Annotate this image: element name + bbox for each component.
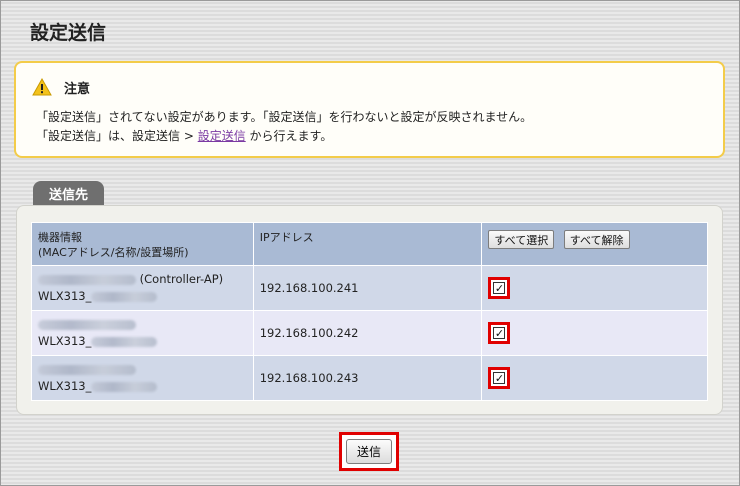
notice-hint: 「設定送信」は、設定送信 > 設定送信 から行えます。 bbox=[36, 127, 332, 144]
notice-message: 「設定送信」されてない設定があります。「設定送信」を行わないと設定が反映されませ… bbox=[36, 110, 533, 124]
redacted-serial bbox=[91, 381, 158, 392]
device-info-header-line2: (MACアドレス/名称/設置場所) bbox=[38, 246, 189, 259]
destination-table: 機器情報 (MACアドレス/名称/設置場所) IPアドレス すべて選択 すべて解… bbox=[31, 222, 708, 401]
device-checkbox[interactable]: ✓ bbox=[488, 367, 511, 389]
select-header: すべて選択 すべて解除 bbox=[481, 222, 708, 266]
notice-header: 注意 bbox=[32, 76, 90, 98]
ip-cell: 192.168.100.241 bbox=[252, 265, 483, 311]
warning-icon bbox=[32, 78, 52, 96]
device-model: WLX313_ bbox=[38, 289, 92, 303]
redacted-mac bbox=[38, 274, 136, 285]
notice-hint-prefix: 「設定送信」は、設定送信 > bbox=[36, 129, 198, 143]
settings-send-link[interactable]: 設定送信 bbox=[198, 129, 246, 143]
notice-box: 注意 「設定送信」されてない設定があります。「設定送信」を行わないと設定が反映さ… bbox=[14, 61, 725, 158]
device-info-header: 機器情報 (MACアドレス/名称/設置場所) bbox=[31, 222, 254, 266]
table-row: WLX313_ 192.168.100.243 ✓ bbox=[31, 355, 708, 401]
device-info-cell: WLX313_ bbox=[31, 310, 254, 356]
table-row: (Controller-AP) WLX313_ 192.168.100.241 … bbox=[31, 265, 708, 311]
table-header-row: 機器情報 (MACアドレス/名称/設置場所) IPアドレス すべて選択 すべて解… bbox=[31, 222, 708, 266]
device-checkbox[interactable]: ✓ bbox=[488, 322, 511, 344]
redacted-serial bbox=[91, 291, 158, 302]
select-cell: ✓ bbox=[481, 355, 708, 401]
checkmark-icon: ✓ bbox=[493, 371, 506, 385]
checkmark-icon: ✓ bbox=[493, 281, 506, 295]
device-info-cell: WLX313_ bbox=[31, 355, 254, 401]
send-button-highlight: 送信 bbox=[339, 432, 399, 471]
redacted-mac bbox=[38, 364, 136, 375]
device-info-header-line1: 機器情報 bbox=[38, 231, 82, 244]
ip-cell: 192.168.100.242 bbox=[252, 310, 483, 356]
send-button[interactable]: 送信 bbox=[346, 439, 392, 464]
ip-header: IPアドレス bbox=[252, 222, 483, 266]
device-checkbox[interactable]: ✓ bbox=[488, 277, 511, 299]
device-role: (Controller-AP) bbox=[139, 272, 224, 286]
redacted-mac bbox=[38, 319, 136, 330]
select-cell: ✓ bbox=[481, 265, 708, 311]
device-model: WLX313_ bbox=[38, 334, 92, 348]
device-info-cell: (Controller-AP) WLX313_ bbox=[31, 265, 254, 311]
checkmark-icon: ✓ bbox=[493, 326, 506, 340]
destination-tab: 送信先 bbox=[33, 181, 104, 206]
select-all-button[interactable]: すべて選択 bbox=[488, 230, 555, 249]
redacted-serial bbox=[91, 336, 158, 347]
notice-title: 注意 bbox=[64, 81, 91, 97]
clear-all-button[interactable]: すべて解除 bbox=[563, 230, 630, 249]
notice-hint-suffix: から行えます。 bbox=[245, 129, 333, 143]
table-row: WLX313_ 192.168.100.242 ✓ bbox=[31, 310, 708, 356]
ip-cell: 192.168.100.243 bbox=[252, 355, 483, 401]
page-title: 設定送信 bbox=[30, 22, 107, 44]
device-model: WLX313_ bbox=[38, 379, 92, 393]
select-cell: ✓ bbox=[481, 310, 708, 356]
